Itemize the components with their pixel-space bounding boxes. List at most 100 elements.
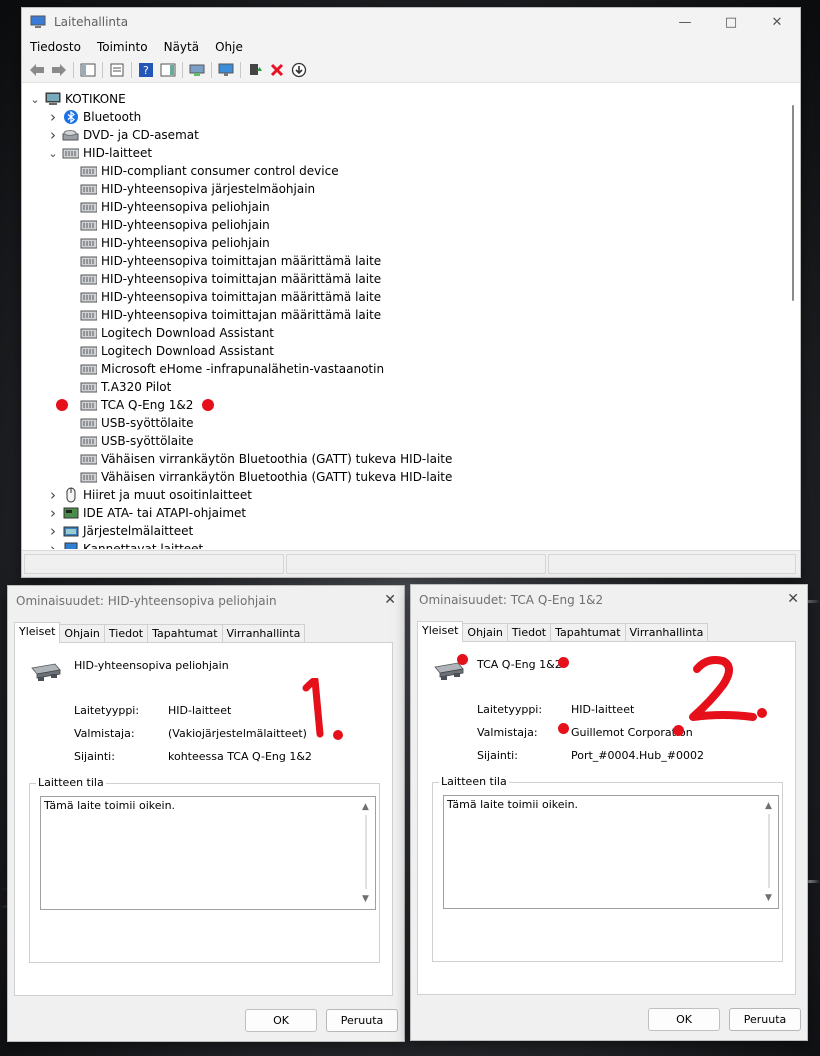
chevron-right-icon[interactable]: › — [46, 486, 60, 504]
tree-category[interactable]: › Bluetooth — [22, 108, 788, 126]
chevron-down-icon[interactable]: ⌄ — [46, 147, 60, 160]
maximize-button[interactable]: □ — [708, 8, 754, 36]
action-pane-icon[interactable] — [159, 61, 177, 79]
tree-device[interactable]: USB-syöttölaite — [22, 432, 788, 450]
properties-icon[interactable] — [108, 61, 126, 79]
handwritten-annotation-2 — [689, 656, 767, 721]
scroll-up-icon[interactable]: ▲ — [765, 801, 772, 811]
dialog-close-button[interactable]: ✕ — [384, 592, 396, 608]
hid-icon — [80, 416, 97, 430]
tree-device[interactable]: USB-syöttölaite — [22, 414, 788, 432]
status-bar — [22, 550, 800, 577]
chevron-right-icon[interactable]: › — [46, 126, 60, 144]
chevron-down-icon[interactable]: ⌄ — [28, 93, 42, 106]
scroll-down-icon[interactable]: ▼ — [362, 894, 369, 904]
back-icon[interactable] — [28, 61, 46, 79]
device-status-textbox[interactable]: Tämä laite toimii oikein. ▲ ▼ — [443, 795, 779, 909]
toolbar-separator — [211, 62, 212, 78]
cancel-button[interactable]: Peruuta — [326, 1009, 398, 1032]
chevron-right-icon[interactable]: › — [46, 540, 60, 549]
tree-device[interactable]: T.A320 Pilot — [22, 378, 788, 396]
tree-device[interactable]: HID-yhteensopiva peliohjain — [22, 234, 788, 252]
tree-category[interactable]: › Kannettavat laitteet — [22, 540, 788, 549]
tab-power-management[interactable]: Virranhallinta — [624, 623, 709, 642]
menu-action[interactable]: Toiminto — [89, 40, 156, 54]
device-type-value: HID-laitteet — [168, 704, 232, 717]
device-manager-window: Laitehallinta — □ ✕ Tiedosto Toiminto Nä… — [21, 7, 801, 578]
ok-button[interactable]: OK — [245, 1009, 317, 1032]
scrollbar-track — [365, 815, 367, 889]
title-bar[interactable]: Laitehallinta — □ ✕ — [22, 8, 800, 36]
status-scrollbar[interactable]: ▲ ▼ — [761, 796, 778, 908]
scroll-up-icon[interactable]: ▲ — [362, 802, 369, 812]
scan-hardware-icon[interactable] — [188, 61, 206, 79]
close-button[interactable]: ✕ — [754, 8, 800, 36]
help-icon[interactable]: ? — [137, 61, 155, 79]
tree-category[interactable]: › Hiiret ja muut osoitinlaitteet — [22, 486, 788, 504]
handwritten-annotation-1 — [302, 678, 343, 740]
minimize-button[interactable]: — — [662, 8, 708, 36]
tree-item-label: Järjestelmälaitteet — [83, 524, 194, 538]
status-scrollbar[interactable]: ▲ ▼ — [358, 797, 375, 909]
monitor-icon[interactable] — [217, 61, 235, 79]
tree-item-label: Logitech Download Assistant — [101, 326, 275, 340]
dialog-tabs: Yleiset Ohjain Tiedot Tapahtumat Virranh… — [14, 622, 306, 643]
chevron-right-icon[interactable]: › — [46, 522, 60, 540]
device-status-group: Laitteen tila Tämä laite toimii oikein. … — [432, 775, 783, 962]
tree-category[interactable]: › DVD- ja CD-asemat — [22, 126, 788, 144]
tab-driver[interactable]: Ohjain — [59, 624, 105, 643]
tree-item-label: HID-yhteensopiva toimittajan määrittämä … — [101, 272, 382, 286]
tree-device[interactable]: HID-compliant consumer control device — [22, 162, 788, 180]
chevron-right-icon[interactable]: › — [46, 504, 60, 522]
menu-view[interactable]: Näytä — [156, 40, 208, 54]
ok-button[interactable]: OK — [648, 1008, 720, 1031]
tree-device[interactable]: TCA Q-Eng 1&2 — [22, 396, 788, 414]
disable-device-icon[interactable] — [290, 61, 308, 79]
tree-device[interactable]: Microsoft eHome -infrapunalähetin-vastaa… — [22, 360, 788, 378]
hid-icon — [80, 164, 97, 178]
menu-help[interactable]: Ohje — [207, 40, 251, 54]
device-status-group: Laitteen tila Tämä laite toimii oikein. … — [29, 776, 380, 963]
toolbar-separator — [73, 62, 74, 78]
menu-file[interactable]: Tiedosto — [22, 40, 89, 54]
tab-details[interactable]: Tiedot — [506, 623, 552, 642]
tree-device[interactable]: HID-yhteensopiva järjestelmäohjain — [22, 180, 788, 198]
tree-item-label: HID-compliant consumer control device — [101, 164, 339, 178]
tree-device[interactable]: HID-yhteensopiva peliohjain — [22, 198, 788, 216]
tree-device[interactable]: HID-yhteensopiva toimittajan määrittämä … — [22, 252, 788, 270]
tab-power-management[interactable]: Virranhallinta — [221, 624, 306, 643]
tab-driver[interactable]: Ohjain — [462, 623, 508, 642]
tab-general[interactable]: Yleiset — [14, 622, 61, 643]
hid-icon — [80, 326, 97, 340]
scrollbar-thumb[interactable] — [792, 105, 794, 301]
hid-icon — [80, 344, 97, 358]
dialog-close-button[interactable]: ✕ — [787, 591, 799, 607]
device-status-textbox[interactable]: Tämä laite toimii oikein. ▲ ▼ — [40, 796, 376, 910]
scroll-down-icon[interactable]: ▼ — [765, 893, 772, 903]
tree-device[interactable]: Vähäisen virrankäytön Bluetoothia (GATT)… — [22, 468, 788, 486]
tree-device[interactable]: Vähäisen virrankäytön Bluetoothia (GATT)… — [22, 450, 788, 468]
tab-details[interactable]: Tiedot — [103, 624, 149, 643]
tree-device[interactable]: HID-yhteensopiva peliohjain — [22, 216, 788, 234]
tree-root[interactable]: ⌄ KOTIKONE — [22, 90, 788, 108]
device-name: HID-yhteensopiva peliohjain — [74, 659, 229, 672]
tab-general[interactable]: Yleiset — [417, 621, 464, 642]
cancel-button[interactable]: Peruuta — [729, 1008, 801, 1031]
forward-icon[interactable] — [50, 61, 68, 79]
show-hide-console-tree-icon[interactable] — [79, 61, 97, 79]
uninstall-device-icon[interactable] — [268, 61, 286, 79]
tab-events[interactable]: Tapahtumat — [147, 624, 223, 643]
computer-icon — [44, 92, 61, 106]
tab-events[interactable]: Tapahtumat — [550, 623, 626, 642]
tree-device[interactable]: HID-yhteensopiva toimittajan määrittämä … — [22, 270, 788, 288]
chevron-right-icon[interactable]: › — [46, 108, 60, 126]
tree-device[interactable]: HID-yhteensopiva toimittajan määrittämä … — [22, 306, 788, 324]
tree-category[interactable]: › IDE ATA- tai ATAPI-ohjaimet — [22, 504, 788, 522]
tree-device[interactable]: Logitech Download Assistant — [22, 324, 788, 342]
tree-category[interactable]: › Järjestelmälaitteet — [22, 522, 788, 540]
tree-device[interactable]: HID-yhteensopiva toimittajan määrittämä … — [22, 288, 788, 306]
tree-device[interactable]: Logitech Download Assistant — [22, 342, 788, 360]
tree-category[interactable]: ⌄ HID-laitteet — [22, 144, 788, 162]
tree-scrollbar[interactable] — [788, 90, 798, 549]
update-driver-icon[interactable] — [246, 61, 264, 79]
